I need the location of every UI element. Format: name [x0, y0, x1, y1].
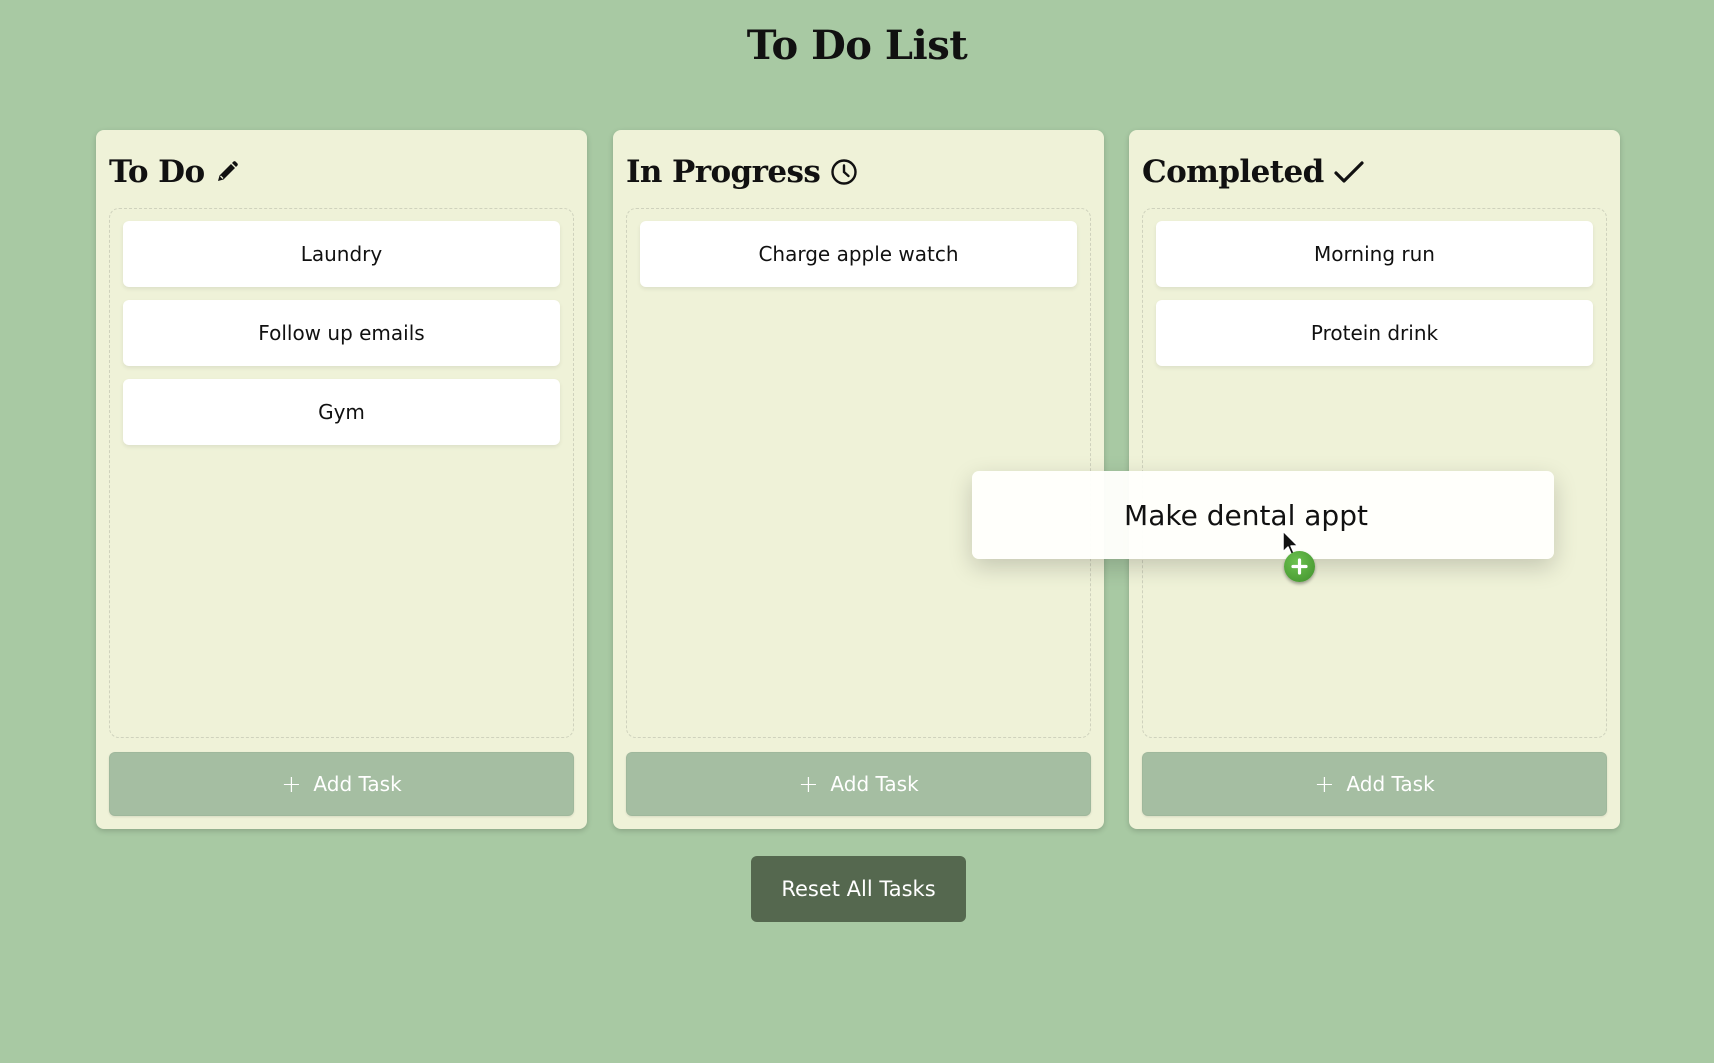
task-card[interactable]: Protein drink — [1156, 300, 1593, 366]
reset-all-tasks-button[interactable]: Reset All Tasks — [751, 856, 966, 922]
plus-icon: + — [1314, 770, 1335, 798]
plus-icon: + — [798, 770, 819, 798]
task-card[interactable]: Charge apple watch — [640, 221, 1077, 287]
add-task-button[interactable]: + Add Task — [1142, 752, 1607, 816]
page-title: To Do List — [746, 22, 968, 69]
add-task-label: Add Task — [1346, 772, 1435, 796]
task-card[interactable]: Gym — [123, 379, 560, 445]
dragged-task-card[interactable]: Make dental appt — [972, 471, 1554, 559]
column-header: To Do — [109, 154, 239, 190]
copy-plus-icon — [1284, 551, 1315, 582]
column-title: To Do — [109, 154, 205, 190]
add-task-button[interactable]: + Add Task — [109, 752, 574, 816]
pencil-icon — [215, 160, 239, 184]
column-header: Completed — [1142, 154, 1364, 190]
task-card[interactable]: Morning run — [1156, 221, 1593, 287]
add-task-label: Add Task — [830, 772, 919, 796]
column-title: Completed — [1142, 154, 1324, 190]
plus-icon: + — [281, 770, 302, 798]
add-task-button[interactable]: + Add Task — [626, 752, 1091, 816]
check-icon — [1334, 160, 1364, 184]
task-card[interactable]: Laundry — [123, 221, 560, 287]
clock-icon — [830, 158, 858, 186]
task-card[interactable]: Follow up emails — [123, 300, 560, 366]
column-title: In Progress — [626, 154, 821, 190]
task-dropzone[interactable]: Laundry Follow up emails Gym — [109, 208, 574, 738]
column-header: In Progress — [626, 154, 858, 190]
add-task-label: Add Task — [313, 772, 402, 796]
column-todo: To Do Laundry Follow up emails Gym + Add… — [96, 130, 587, 829]
